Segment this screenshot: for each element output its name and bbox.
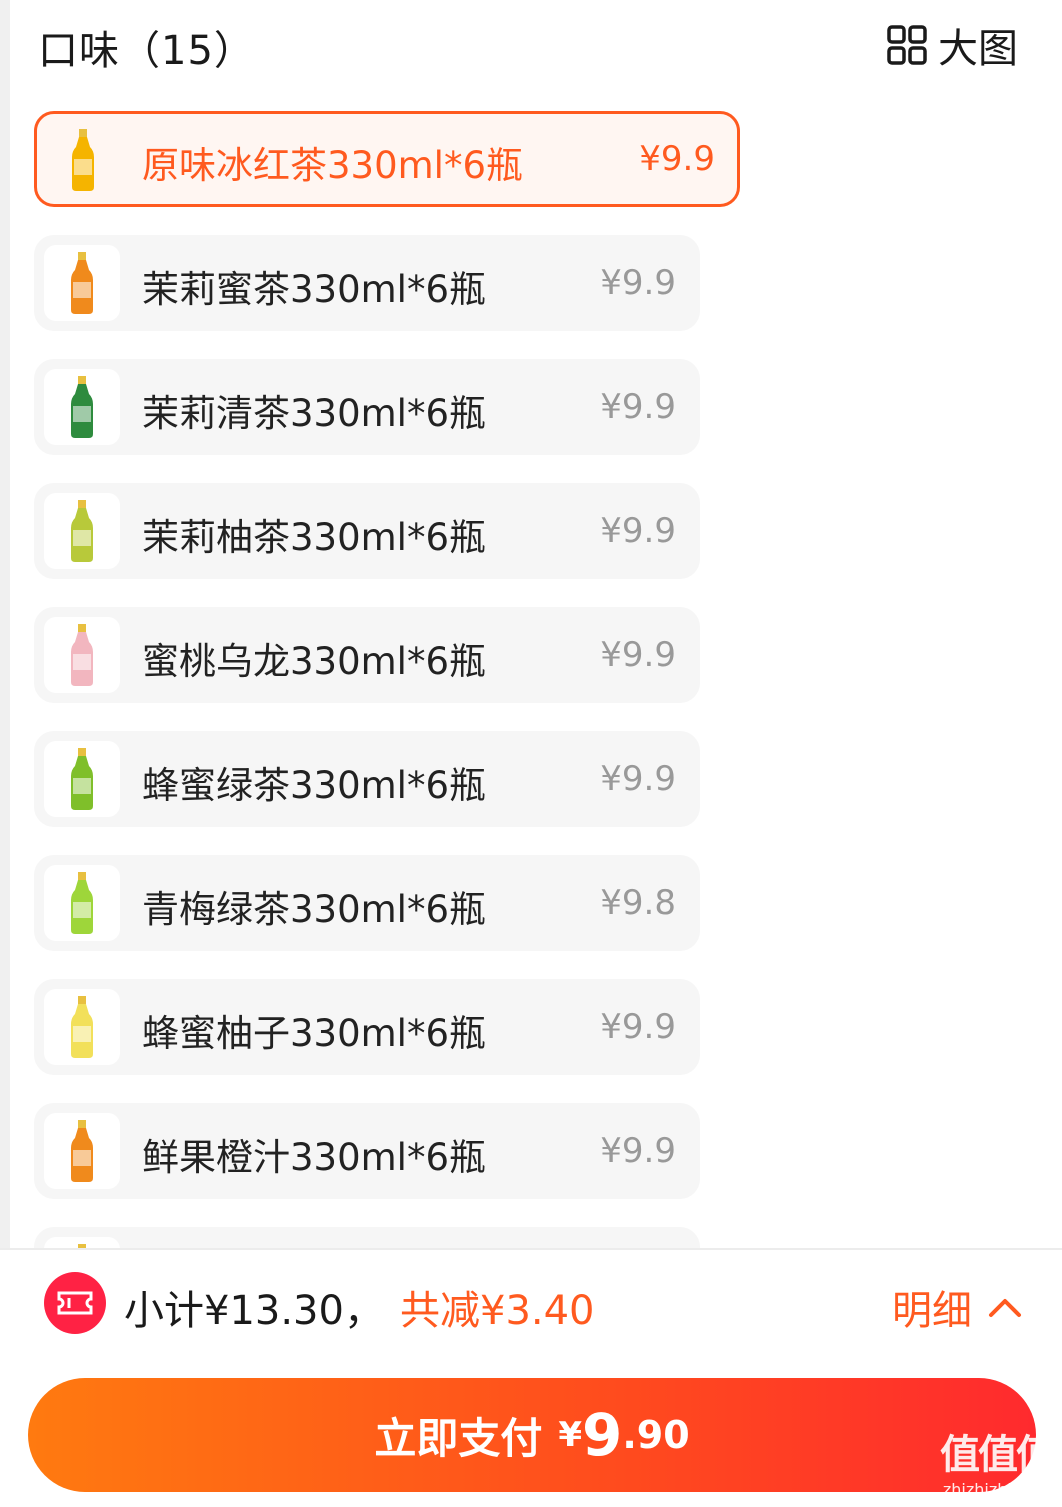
flavor-price: ¥9.9 [600,759,676,799]
flavor-option[interactable]: 原味冰红茶330ml*6瓶 ¥9.9 [34,111,740,207]
flavor-option-list[interactable]: 原味冰红茶330ml*6瓶 ¥9.9 茉莉蜜茶330ml*6瓶 ¥9.9 茉莉清茶330… [34,111,754,1249]
subtotal-text: 小计¥13.30， [124,1288,384,1334]
watermark-mark: 值值值 [940,1432,1056,1478]
flavor-option[interactable]: 茉莉柚茶330ml*6瓶 ¥9.9 [34,483,700,579]
flavor-name: 原味冰红茶330ml*6瓶 [142,144,523,187]
product-thumbnail [44,989,120,1065]
bottle-icon [71,252,93,314]
flavor-name: 蜂蜜绿茶330ml*6瓶 [142,764,486,807]
product-thumbnail [44,493,120,569]
flavor-option[interactable] [34,1227,700,1249]
bottle-icon [71,748,93,810]
flavor-option[interactable]: 茉莉蜜茶330ml*6瓶 ¥9.9 [34,235,700,331]
product-thumbnail [44,865,120,941]
pay-now-label: 立即支付 [374,1413,543,1463]
flavor-option[interactable]: 蜂蜜柚子330ml*6瓶 ¥9.9 [34,979,700,1075]
flavor-price: ¥9.9 [600,635,676,675]
watermark-url: zhizhizhi.com [942,1480,1052,1499]
product-thumbnail [44,741,120,817]
flavor-name: 蜜桃乌龙330ml*6瓶 [142,640,486,683]
pay-amount-decimal: .90 [622,1413,690,1457]
flavor-name: 鲜果橙汁330ml*6瓶 [142,1136,486,1179]
pay-now-button[interactable]: 立即支付 ¥ 9 .90 [28,1378,1036,1492]
chevron-up-icon [989,1299,1021,1317]
flavor-name: 青梅绿茶330ml*6瓶 [142,888,486,931]
flavor-name: 茉莉柚茶330ml*6瓶 [142,516,486,559]
flavor-option[interactable]: 茉莉清茶330ml*6瓶 ¥9.9 [34,359,700,455]
flavor-option[interactable]: 蜂蜜绿茶330ml*6瓶 ¥9.9 [34,731,700,827]
flavor-option[interactable]: 鲜果橙汁330ml*6瓶 ¥9.9 [34,1103,700,1199]
flavor-section-title: 口味（15） [38,28,255,74]
grid-view-icon [887,25,927,65]
flavor-price: ¥9.9 [600,387,676,427]
checkout-bar: 小计¥13.30， 共减¥3.40 明细 立即支付 ¥ 9 .90 值值值 zh… [0,1248,1062,1507]
bottle-icon [71,500,93,562]
flavor-price: ¥9.9 [600,263,676,303]
product-thumbnail [44,617,120,693]
flavor-price: ¥9.9 [600,1007,676,1047]
bottle-icon [71,996,93,1058]
flavor-price: ¥9.9 [600,1131,676,1171]
product-thumbnail [44,1113,120,1189]
product-thumbnail [44,369,120,445]
bottle-icon [72,129,94,191]
coupon-ticket-icon [44,1272,106,1334]
flavor-price: ¥9.9 [600,511,676,551]
pay-amount-integer: 9 [582,1401,623,1469]
bottle-icon [71,872,93,934]
price-detail-label: 明细 [892,1288,972,1334]
flavor-price: ¥9.9 [639,139,715,179]
product-thumbnail [44,245,120,321]
large-image-label: 大图 [938,26,1018,72]
flavor-option[interactable]: 青梅绿茶330ml*6瓶 ¥9.8 [34,855,700,951]
pay-currency: ¥ [558,1415,582,1455]
total-discount-text: 共减¥3.40 [400,1288,595,1334]
bottle-icon [71,1120,93,1182]
flavor-name: 蜂蜜柚子330ml*6瓶 [142,1012,486,1055]
large-image-toggle[interactable]: 大图 [886,16,1018,74]
product-thumbnail [45,122,121,198]
site-watermark: 值值值 zhizhizhi.com [940,1422,1056,1499]
bottle-icon [71,376,93,438]
flavor-name: 茉莉清茶330ml*6瓶 [142,392,486,435]
bottle-icon [71,624,93,686]
flavor-header: 口味（15） 大图 [38,10,1018,74]
price-detail-toggle[interactable]: 明细 [892,1278,1022,1336]
flavor-name: 茉莉蜜茶330ml*6瓶 [142,268,486,311]
flavor-option[interactable]: 蜜桃乌龙330ml*6瓶 ¥9.9 [34,607,700,703]
flavor-price: ¥9.8 [600,883,676,923]
